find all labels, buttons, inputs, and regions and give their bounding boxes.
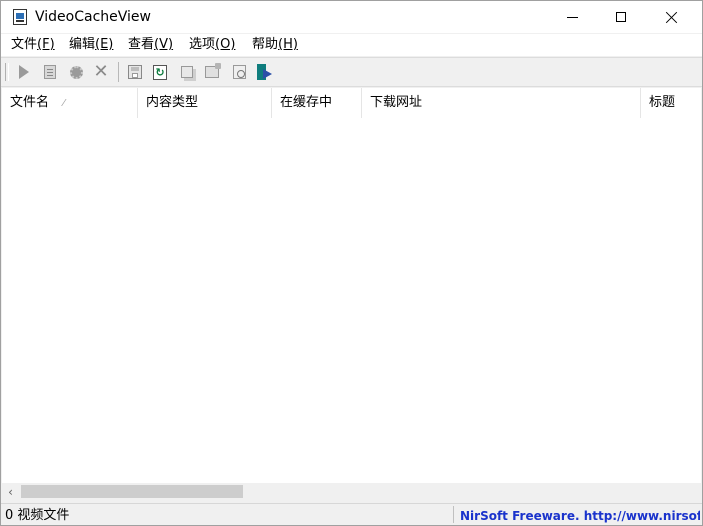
close-icon <box>666 11 678 23</box>
column-header-in-cache-label: 在缓存中 <box>280 95 333 110</box>
sort-indicator-icon: ⁄ <box>63 98 65 109</box>
copy-icon <box>181 66 193 78</box>
refresh-button[interactable]: ↻ <box>150 62 170 82</box>
copy-file-button[interactable] <box>40 62 60 82</box>
exit-icon <box>255 63 273 81</box>
list-header: 文件名 ⁄ 内容类型 在缓存中 下载网址 标题 <box>2 88 701 118</box>
play-icon <box>19 65 29 79</box>
settings-button[interactable] <box>66 62 86 82</box>
toolbar: ✕ ↻ <box>1 57 702 87</box>
title-bar[interactable]: VideoCacheView <box>1 1 702 33</box>
column-header-download-url-label: 下载网址 <box>370 95 423 110</box>
minimize-icon <box>566 16 578 18</box>
menu-view-label: 查看 <box>128 37 155 52</box>
scroll-left-button[interactable]: ‹ <box>2 483 19 500</box>
column-header-content-type[interactable]: 内容类型 <box>138 88 272 118</box>
menu-edit[interactable]: 编辑(E) <box>69 37 113 53</box>
column-header-in-cache[interactable]: 在缓存中 <box>272 88 362 118</box>
menu-bar: 文件(F) 编辑(E) 查看(V) 选项(O) 帮助(H) <box>1 34 702 56</box>
nirsoft-link[interactable]: NirSoft Freeware. http://www.nirsoft.net <box>460 508 700 524</box>
menu-view-accel: (V) <box>154 37 174 52</box>
video-list[interactable]: 文件名 ⁄ 内容类型 在缓存中 下载网址 标题 <box>2 88 701 483</box>
menu-file-label: 文件 <box>11 37 38 52</box>
status-item-count: 0 视频文件 <box>5 508 70 523</box>
save-button[interactable] <box>125 62 145 82</box>
menu-file-accel: (F) <box>37 37 55 52</box>
menu-options-label: 选项 <box>189 37 216 52</box>
exit-button[interactable] <box>254 62 274 82</box>
column-header-download-url[interactable]: 下载网址 <box>362 88 641 118</box>
find-icon <box>232 65 246 79</box>
save-icon <box>128 65 142 79</box>
toolbar-grip[interactable] <box>5 63 9 81</box>
properties-icon <box>205 63 221 78</box>
refresh-icon: ↻ <box>153 64 167 80</box>
status-separator <box>453 506 454 523</box>
close-button[interactable] <box>649 1 695 33</box>
menu-help[interactable]: 帮助(H) <box>252 37 298 53</box>
horizontal-scrollbar[interactable]: ‹ <box>2 483 701 500</box>
menu-file[interactable]: 文件(F) <box>11 37 55 53</box>
chevron-left-icon: ‹ <box>8 484 13 499</box>
menu-options[interactable]: 选项(O) <box>189 37 235 53</box>
app-window: VideoCacheView 文件(F) 编辑(E) 查看(V) 选项(O) 帮… <box>0 0 703 526</box>
column-header-title-label: 标题 <box>649 95 676 110</box>
gear-icon <box>69 65 83 79</box>
delete-button[interactable]: ✕ <box>91 62 111 82</box>
copy-button[interactable] <box>177 62 197 82</box>
menu-view[interactable]: 查看(V) <box>128 37 173 53</box>
maximize-icon <box>616 12 626 22</box>
play-button[interactable] <box>14 62 34 82</box>
properties-button[interactable] <box>202 62 222 82</box>
column-header-title[interactable]: 标题 <box>641 88 701 118</box>
minimize-button[interactable] <box>549 1 595 33</box>
column-header-filename[interactable]: 文件名 ⁄ <box>2 88 138 118</box>
find-button[interactable] <box>229 62 249 82</box>
maximize-button[interactable] <box>598 1 644 33</box>
exit-arrow-shape <box>263 69 272 79</box>
menu-help-accel: (H) <box>278 37 298 52</box>
menu-options-accel: (O) <box>215 37 236 52</box>
status-bar: 0 视频文件 NirSoft Freeware. http://www.nirs… <box>1 503 702 525</box>
delete-x-icon: ✕ <box>93 61 109 82</box>
column-header-filename-label: 文件名 <box>10 95 50 110</box>
copy-file-icon <box>44 65 56 79</box>
menu-help-label: 帮助 <box>252 37 279 52</box>
menu-edit-accel: (E) <box>95 37 114 52</box>
scrollbar-thumb[interactable] <box>21 485 243 498</box>
window-title: VideoCacheView <box>35 9 151 25</box>
toolbar-separator <box>118 62 119 82</box>
videocacheview-app-icon[interactable] <box>13 9 27 25</box>
menu-edit-label: 编辑 <box>69 37 96 52</box>
column-header-content-type-label: 内容类型 <box>146 95 199 110</box>
